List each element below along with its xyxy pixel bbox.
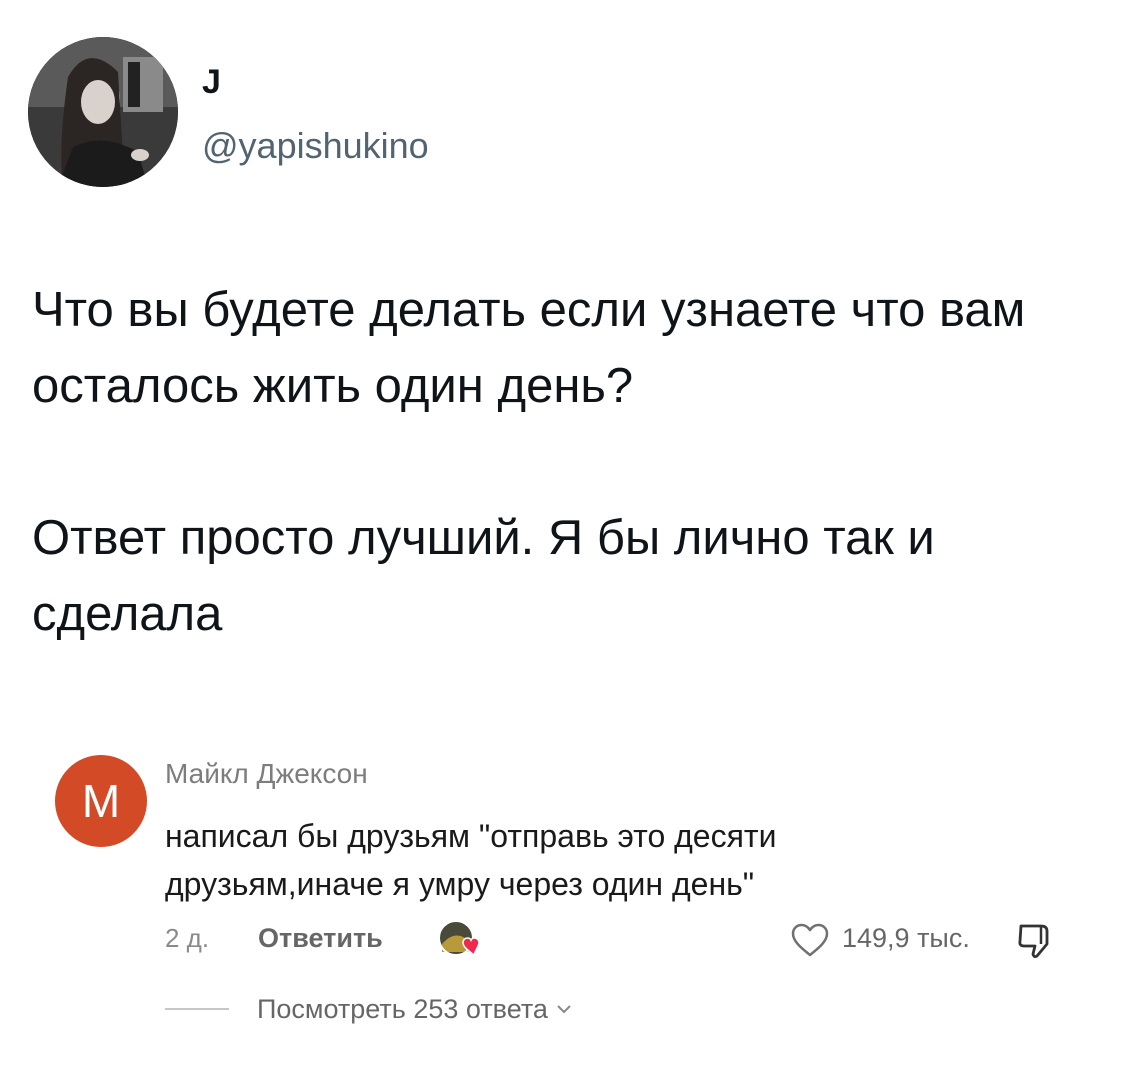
heart-outline-icon[interactable] <box>790 922 830 958</box>
user-handle[interactable]: @yapishukino <box>202 124 429 168</box>
tweet-paragraph: Что вы будете делать если узнаете что ва… <box>32 283 1026 413</box>
thumbs-down-icon[interactable] <box>1015 920 1055 960</box>
display-name[interactable]: J <box>202 62 221 102</box>
profile-avatar[interactable] <box>28 37 178 187</box>
commenter-name[interactable]: Майкл Джексон <box>165 756 368 792</box>
tweet-body: Что вы будете делать если узнаете что ва… <box>32 272 1102 652</box>
tweet-paragraph: Ответ просто лучший. Я бы лично так и сд… <box>32 511 935 641</box>
profile-photo-icon <box>28 37 178 187</box>
replies-divider <box>165 1008 229 1010</box>
creator-heart-avatar-icon <box>436 918 486 962</box>
view-replies-row[interactable]: Посмотреть 253 ответа <box>165 988 572 1030</box>
commenter-avatar[interactable]: M <box>55 755 147 847</box>
like-count: 149,9 тыс. <box>842 923 970 953</box>
comment-timestamp: 2 д. <box>165 923 210 953</box>
reply-button[interactable]: Ответить <box>258 918 383 958</box>
view-replies-label: Посмотреть 253 ответа <box>257 993 548 1024</box>
comment-text: написал бы друзьям "отправь это десяти д… <box>165 818 777 902</box>
chevron-down-icon <box>557 1005 571 1014</box>
view-replies-button[interactable]: Посмотреть 253 ответа <box>257 994 572 1025</box>
